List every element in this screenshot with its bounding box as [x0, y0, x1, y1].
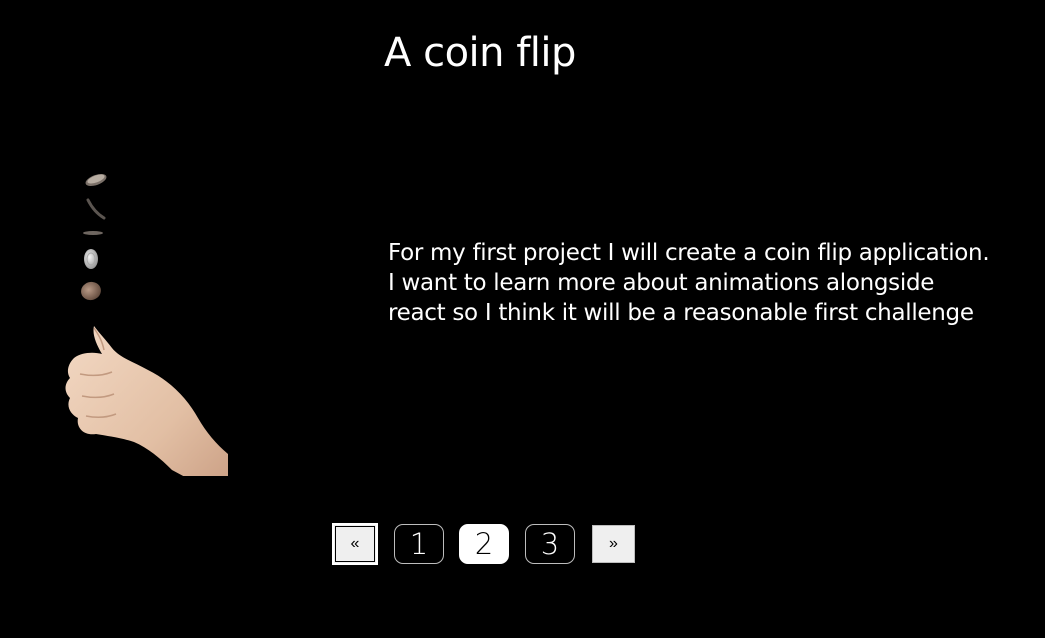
page-3-button[interactable]: 3: [525, 524, 575, 564]
page-2-button[interactable]: 2: [459, 524, 509, 564]
next-page-button[interactable]: »: [592, 525, 635, 563]
previous-page-button[interactable]: «: [332, 523, 378, 565]
coin-flip-hand-icon: [65, 173, 228, 476]
page-title: A coin flip: [384, 30, 576, 76]
project-description: For my first project I will create a coi…: [388, 240, 990, 326]
project-page: A coin flip For my first project I will …: [0, 0, 1045, 638]
page-1-button[interactable]: 1: [394, 524, 444, 564]
